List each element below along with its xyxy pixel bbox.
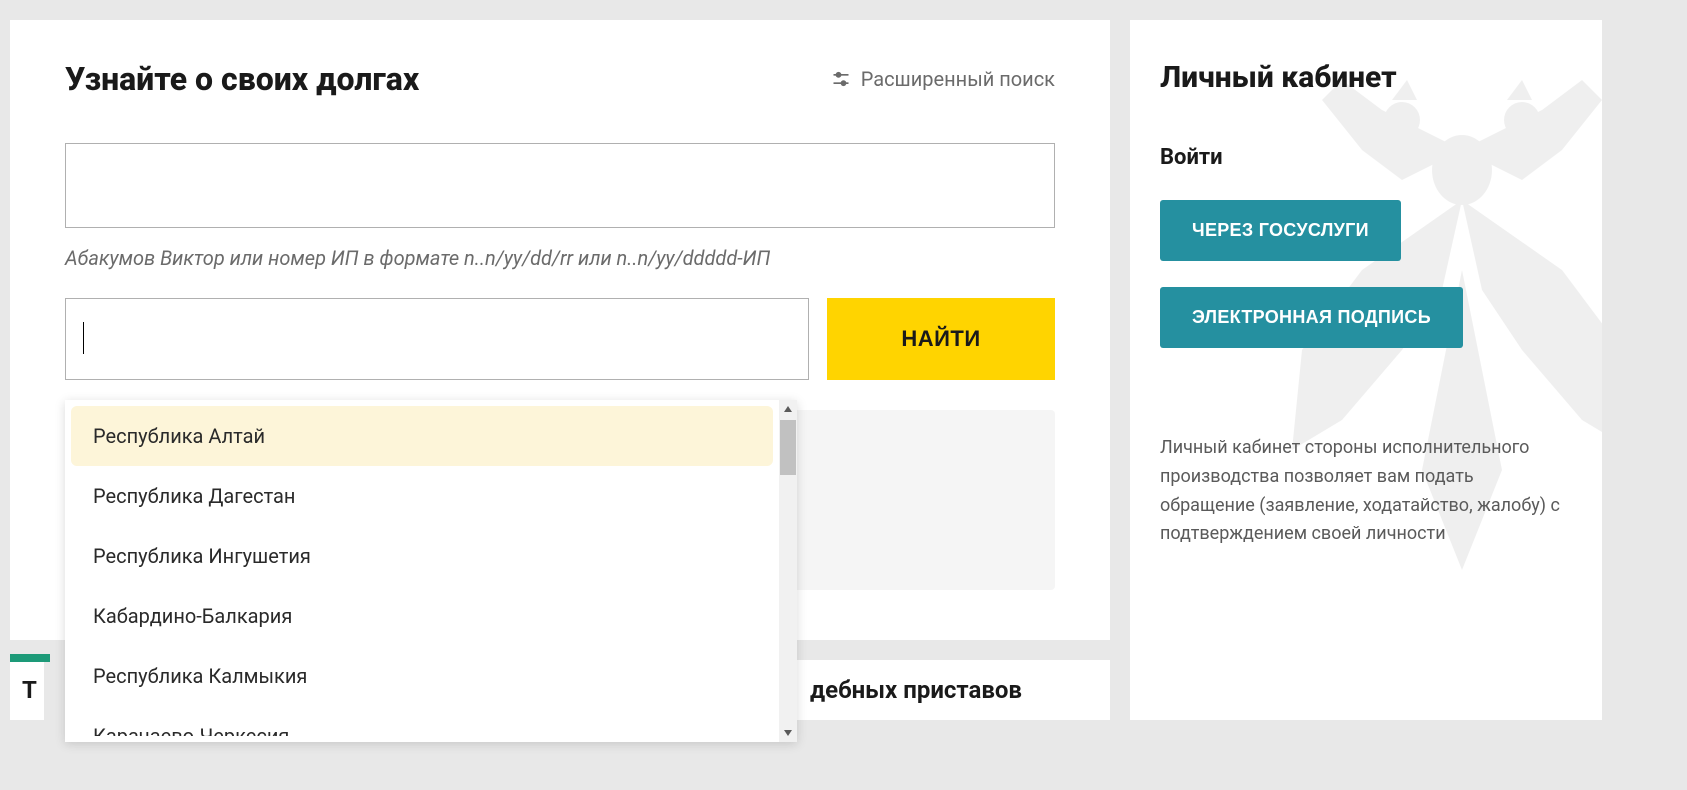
tab-left[interactable]: Т xyxy=(10,660,44,720)
tab-left-label: Т xyxy=(22,676,37,704)
scroll-up-icon[interactable] xyxy=(779,400,797,418)
region-input-wrapper: Республика Алтай Республика Дагестан Рес… xyxy=(65,298,809,380)
tab-right[interactable]: дебных приставов xyxy=(794,660,1110,720)
gosuslugi-button[interactable]: ЧЕРЕЗ ГОСУСЛУГИ xyxy=(1160,200,1401,261)
tab-active-indicator xyxy=(10,654,50,662)
dropdown-list: Республика Алтай Республика Дагестан Рес… xyxy=(65,400,779,742)
sliders-icon xyxy=(831,69,851,89)
region-dropdown: Республика Алтай Республика Дагестан Рес… xyxy=(65,400,797,742)
sidebar-title: Личный кабинет xyxy=(1160,60,1572,95)
scroll-thumb[interactable] xyxy=(780,420,796,475)
text-caret xyxy=(83,322,84,354)
dropdown-item[interactable]: Республика Ингушетия xyxy=(71,526,773,586)
dropdown-item[interactable]: Республика Калмыкия xyxy=(71,646,773,706)
dropdown-scrollbar[interactable] xyxy=(779,400,797,742)
region-input[interactable] xyxy=(65,298,809,380)
main-header: Узнайте о своих долгах Расширенный поиск xyxy=(65,60,1055,98)
advanced-search-link[interactable]: Расширенный поиск xyxy=(831,67,1055,91)
find-button[interactable]: НАЙТИ xyxy=(827,298,1055,380)
advanced-search-label: Расширенный поиск xyxy=(861,67,1055,91)
login-label: Войти xyxy=(1160,145,1572,170)
dropdown-item[interactable]: Карачаево-Черкесия xyxy=(71,706,773,736)
scroll-down-icon[interactable] xyxy=(779,724,797,742)
page-title: Узнайте о своих долгах xyxy=(65,60,419,98)
dropdown-item[interactable]: Республика Алтай xyxy=(71,406,773,466)
search-card: Узнайте о своих долгах Расширенный поиск… xyxy=(10,20,1110,640)
esignature-button[interactable]: ЭЛЕКТРОННАЯ ПОДПИСЬ xyxy=(1160,287,1463,348)
input-hint: Абакумов Виктор или номер ИП в формате n… xyxy=(65,246,1055,270)
name-input[interactable] xyxy=(65,143,1055,228)
dropdown-item[interactable]: Республика Дагестан xyxy=(71,466,773,526)
sidebar-description: Личный кабинет стороны исполнительного п… xyxy=(1160,434,1572,549)
dropdown-item[interactable]: Кабардино-Балкария xyxy=(71,586,773,646)
sidebar-card: Личный кабинет Войти ЧЕРЕЗ ГОСУСЛУГИ ЭЛЕ… xyxy=(1130,20,1602,720)
tab-right-label: дебных приставов xyxy=(810,676,1022,704)
